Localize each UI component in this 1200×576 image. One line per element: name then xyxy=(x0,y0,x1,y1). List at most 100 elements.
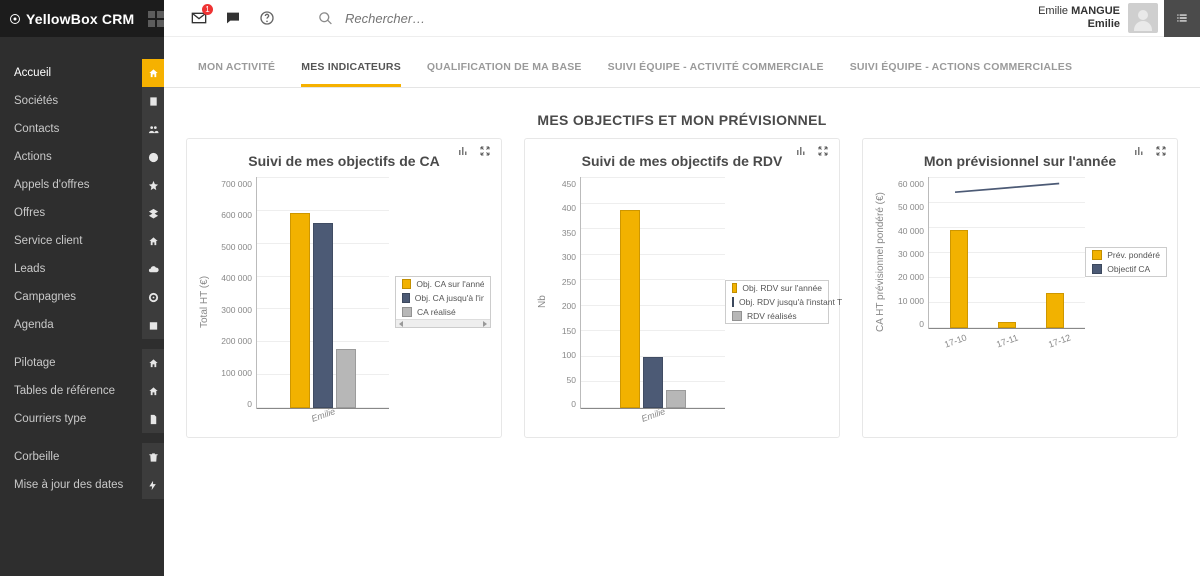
apps-icon[interactable] xyxy=(148,11,164,27)
sidebar-item-label: Service client xyxy=(14,235,82,247)
bar-ca-r-alis- xyxy=(336,349,356,408)
card-ca-yaxis: 700 000600 000500 000400 000300 000200 0… xyxy=(212,177,256,427)
chart-icon[interactable] xyxy=(457,145,469,157)
user-firstname: Emilie xyxy=(1038,5,1071,17)
bar-obj-rdv-sur-l-ann-e xyxy=(620,210,640,408)
search-input[interactable] xyxy=(345,11,645,26)
list-view-button[interactable] xyxy=(1164,0,1200,37)
card-ca-plot: Emilie xyxy=(256,177,389,409)
sidebar-item-campagnes[interactable]: Campagnes xyxy=(0,283,164,311)
bar-rdv-r-alis-s xyxy=(666,390,686,408)
sidebar-item-leads[interactable]: Leads xyxy=(0,255,164,283)
card-rdv-xlabel: Emilie xyxy=(640,406,666,424)
sidebar: Accueil Sociétés Contacts Actions Appels… xyxy=(0,37,164,576)
sidebar-item-corbeille[interactable]: Corbeille xyxy=(0,443,164,471)
home-icon xyxy=(142,227,164,255)
clock-icon xyxy=(142,143,164,171)
trash-icon xyxy=(142,443,164,471)
sidebar-item-label: Courriers type xyxy=(14,413,86,425)
users-icon xyxy=(142,115,164,143)
bar-obj-ca-jusqu-l-instant-t xyxy=(313,223,333,408)
user-shortname: Emilie xyxy=(1038,18,1120,31)
card-prev-yaxis: 60 00050 00040 00030 00020 00010 0000 xyxy=(888,177,928,347)
brand-dot-icon xyxy=(10,14,20,24)
sidebar-item-actions[interactable]: Actions xyxy=(0,143,164,171)
card-ca-ylabel: Total HT (€) xyxy=(197,177,212,427)
expand-icon[interactable] xyxy=(1155,145,1167,157)
sidebar-item-label: Campagnes xyxy=(14,291,76,303)
card-ca-legend: Obj. CA sur l'année Obj. CA jusqu'à l'in… xyxy=(395,276,491,328)
card-rdv-title: Suivi de mes objectifs de RDV xyxy=(535,153,829,169)
main: MON ACTIVITÉ MES INDICATEURS QUALIFICATION… xyxy=(164,37,1200,576)
home-icon xyxy=(142,349,164,377)
sidebar-item-mise-jour-des-dates[interactable]: Mise à jour des dates xyxy=(0,471,164,499)
calendar-icon xyxy=(142,311,164,339)
card-ca: Suivi de mes objectifs de CA Total HT (€… xyxy=(186,138,502,438)
help-icon[interactable] xyxy=(256,7,278,29)
tab-suivi-quipe-actions-commerciales[interactable]: SUIVI ÉQUIPE - ACTIONS COMMERCIALES xyxy=(850,37,1072,87)
sidebar-item-agenda[interactable]: Agenda xyxy=(0,311,164,339)
expand-icon[interactable] xyxy=(817,145,829,157)
home-icon xyxy=(142,59,164,87)
sidebar-item-tables-de-r-f-rence[interactable]: Tables de référence xyxy=(0,377,164,405)
tab-qualification-de-ma-base[interactable]: QUALIFICATION DE MA BASE xyxy=(427,37,582,87)
card-rdv-ylabel: Nb xyxy=(535,177,550,427)
star-icon xyxy=(142,171,164,199)
sidebar-item-label: Tables de référence xyxy=(14,385,115,397)
tab-suivi-quipe-activit-commerciale[interactable]: SUIVI ÉQUIPE - ACTIVITÉ COMMERCIALE xyxy=(608,37,824,87)
bolt-icon xyxy=(142,471,164,499)
sidebar-item-label: Contacts xyxy=(14,123,59,135)
card-rdv: Suivi de mes objectifs de RDV Nb 4504003… xyxy=(524,138,840,438)
sidebar-item-service-client[interactable]: Service client xyxy=(0,227,164,255)
chart-icon[interactable] xyxy=(1133,145,1145,157)
card-rdv-plot: Emilie xyxy=(580,177,725,409)
card-prev-ylabel: CA HT prévisionnel pondéré (€) xyxy=(873,177,888,347)
legend-scrollbar[interactable] xyxy=(396,319,490,327)
sidebar-item-label: Sociétés xyxy=(14,95,58,107)
sidebar-item-soci-t-s[interactable]: Sociétés xyxy=(0,87,164,115)
card-rdv-yaxis: 450400350300250200150100500 xyxy=(550,177,580,427)
file-icon xyxy=(142,405,164,433)
sidebar-item-courriers-type[interactable]: Courriers type xyxy=(0,405,164,433)
card-prev: Mon prévisionnel sur l'année CA HT prévi… xyxy=(862,138,1178,438)
card-prev-legend: Prév. pondéré Objectif CA xyxy=(1085,247,1167,277)
card-prev-title: Mon prévisionnel sur l'année xyxy=(873,153,1167,169)
sidebar-item-contacts[interactable]: Contacts xyxy=(0,115,164,143)
home-icon xyxy=(142,377,164,405)
building-icon xyxy=(142,87,164,115)
sidebar-item-label: Offres xyxy=(14,207,45,219)
sidebar-item-label: Appels d'offres xyxy=(14,179,90,191)
section-title: MES OBJECTIFS ET MON PRÉVISIONNEL xyxy=(164,112,1200,128)
cards-row: Suivi de mes objectifs de CA Total HT (€… xyxy=(164,138,1200,438)
tab-mes-indicateurs[interactable]: MES INDICATEURS xyxy=(301,37,401,87)
sidebar-item-accueil[interactable]: Accueil xyxy=(0,59,164,87)
expand-icon[interactable] xyxy=(479,145,491,157)
sidebar-item-appels-d-offres[interactable]: Appels d'offres xyxy=(0,171,164,199)
user-block[interactable]: Emilie MANGUE Emilie xyxy=(1038,0,1200,37)
user-lastname: MANGUE xyxy=(1071,5,1120,17)
notif-badge: 1 xyxy=(202,4,213,15)
sidebar-item-label: Corbeille xyxy=(14,451,59,463)
search-icon[interactable] xyxy=(318,11,333,26)
search xyxy=(318,11,738,26)
tab-mon-activit-[interactable]: MON ACTIVITÉ xyxy=(198,37,275,87)
sidebar-item-label: Leads xyxy=(14,263,45,275)
mail-icon[interactable]: 1 xyxy=(188,7,210,29)
card-prev-line xyxy=(929,177,1085,307)
sidebar-item-label: Pilotage xyxy=(14,357,56,369)
sidebar-item-label: Agenda xyxy=(14,319,54,331)
sidebar-item-label: Actions xyxy=(14,151,52,163)
chart-icon[interactable] xyxy=(795,145,807,157)
avatar[interactable] xyxy=(1128,3,1158,33)
brand-title: YellowBox CRM xyxy=(26,11,134,27)
chat-icon[interactable] xyxy=(222,7,244,29)
cloud-icon xyxy=(142,255,164,283)
topbar-right: 1 Emilie MANGUE Emilie xyxy=(164,0,1200,37)
sidebar-item-pilotage[interactable]: Pilotage xyxy=(0,349,164,377)
sidebar-item-offres[interactable]: Offres xyxy=(0,199,164,227)
card-prev-plot: 17-1017-1117-12 xyxy=(928,177,1085,329)
target-icon xyxy=(142,283,164,311)
bar-obj-rdv-jusqu-l-instant-t xyxy=(643,357,663,408)
sidebar-item-label: Accueil xyxy=(14,67,51,79)
layers-icon xyxy=(142,199,164,227)
